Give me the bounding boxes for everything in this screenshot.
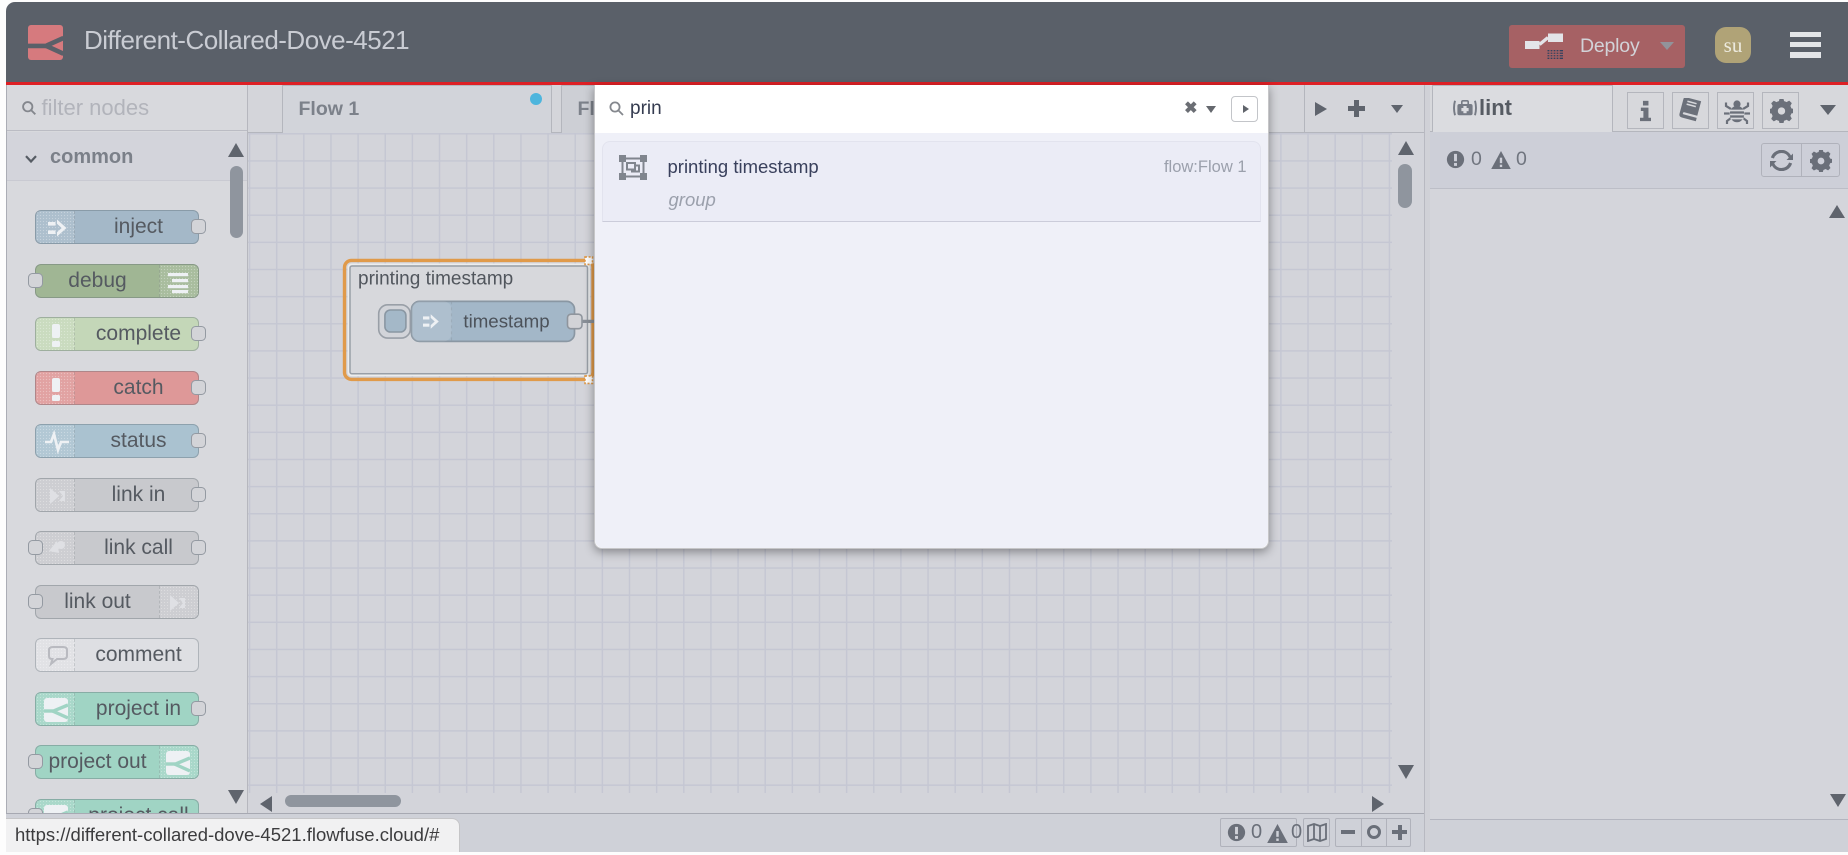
svg-text:printing timestamp: printing timestamp	[358, 268, 513, 289]
svg-text:timestamp: timestamp	[463, 310, 549, 331]
